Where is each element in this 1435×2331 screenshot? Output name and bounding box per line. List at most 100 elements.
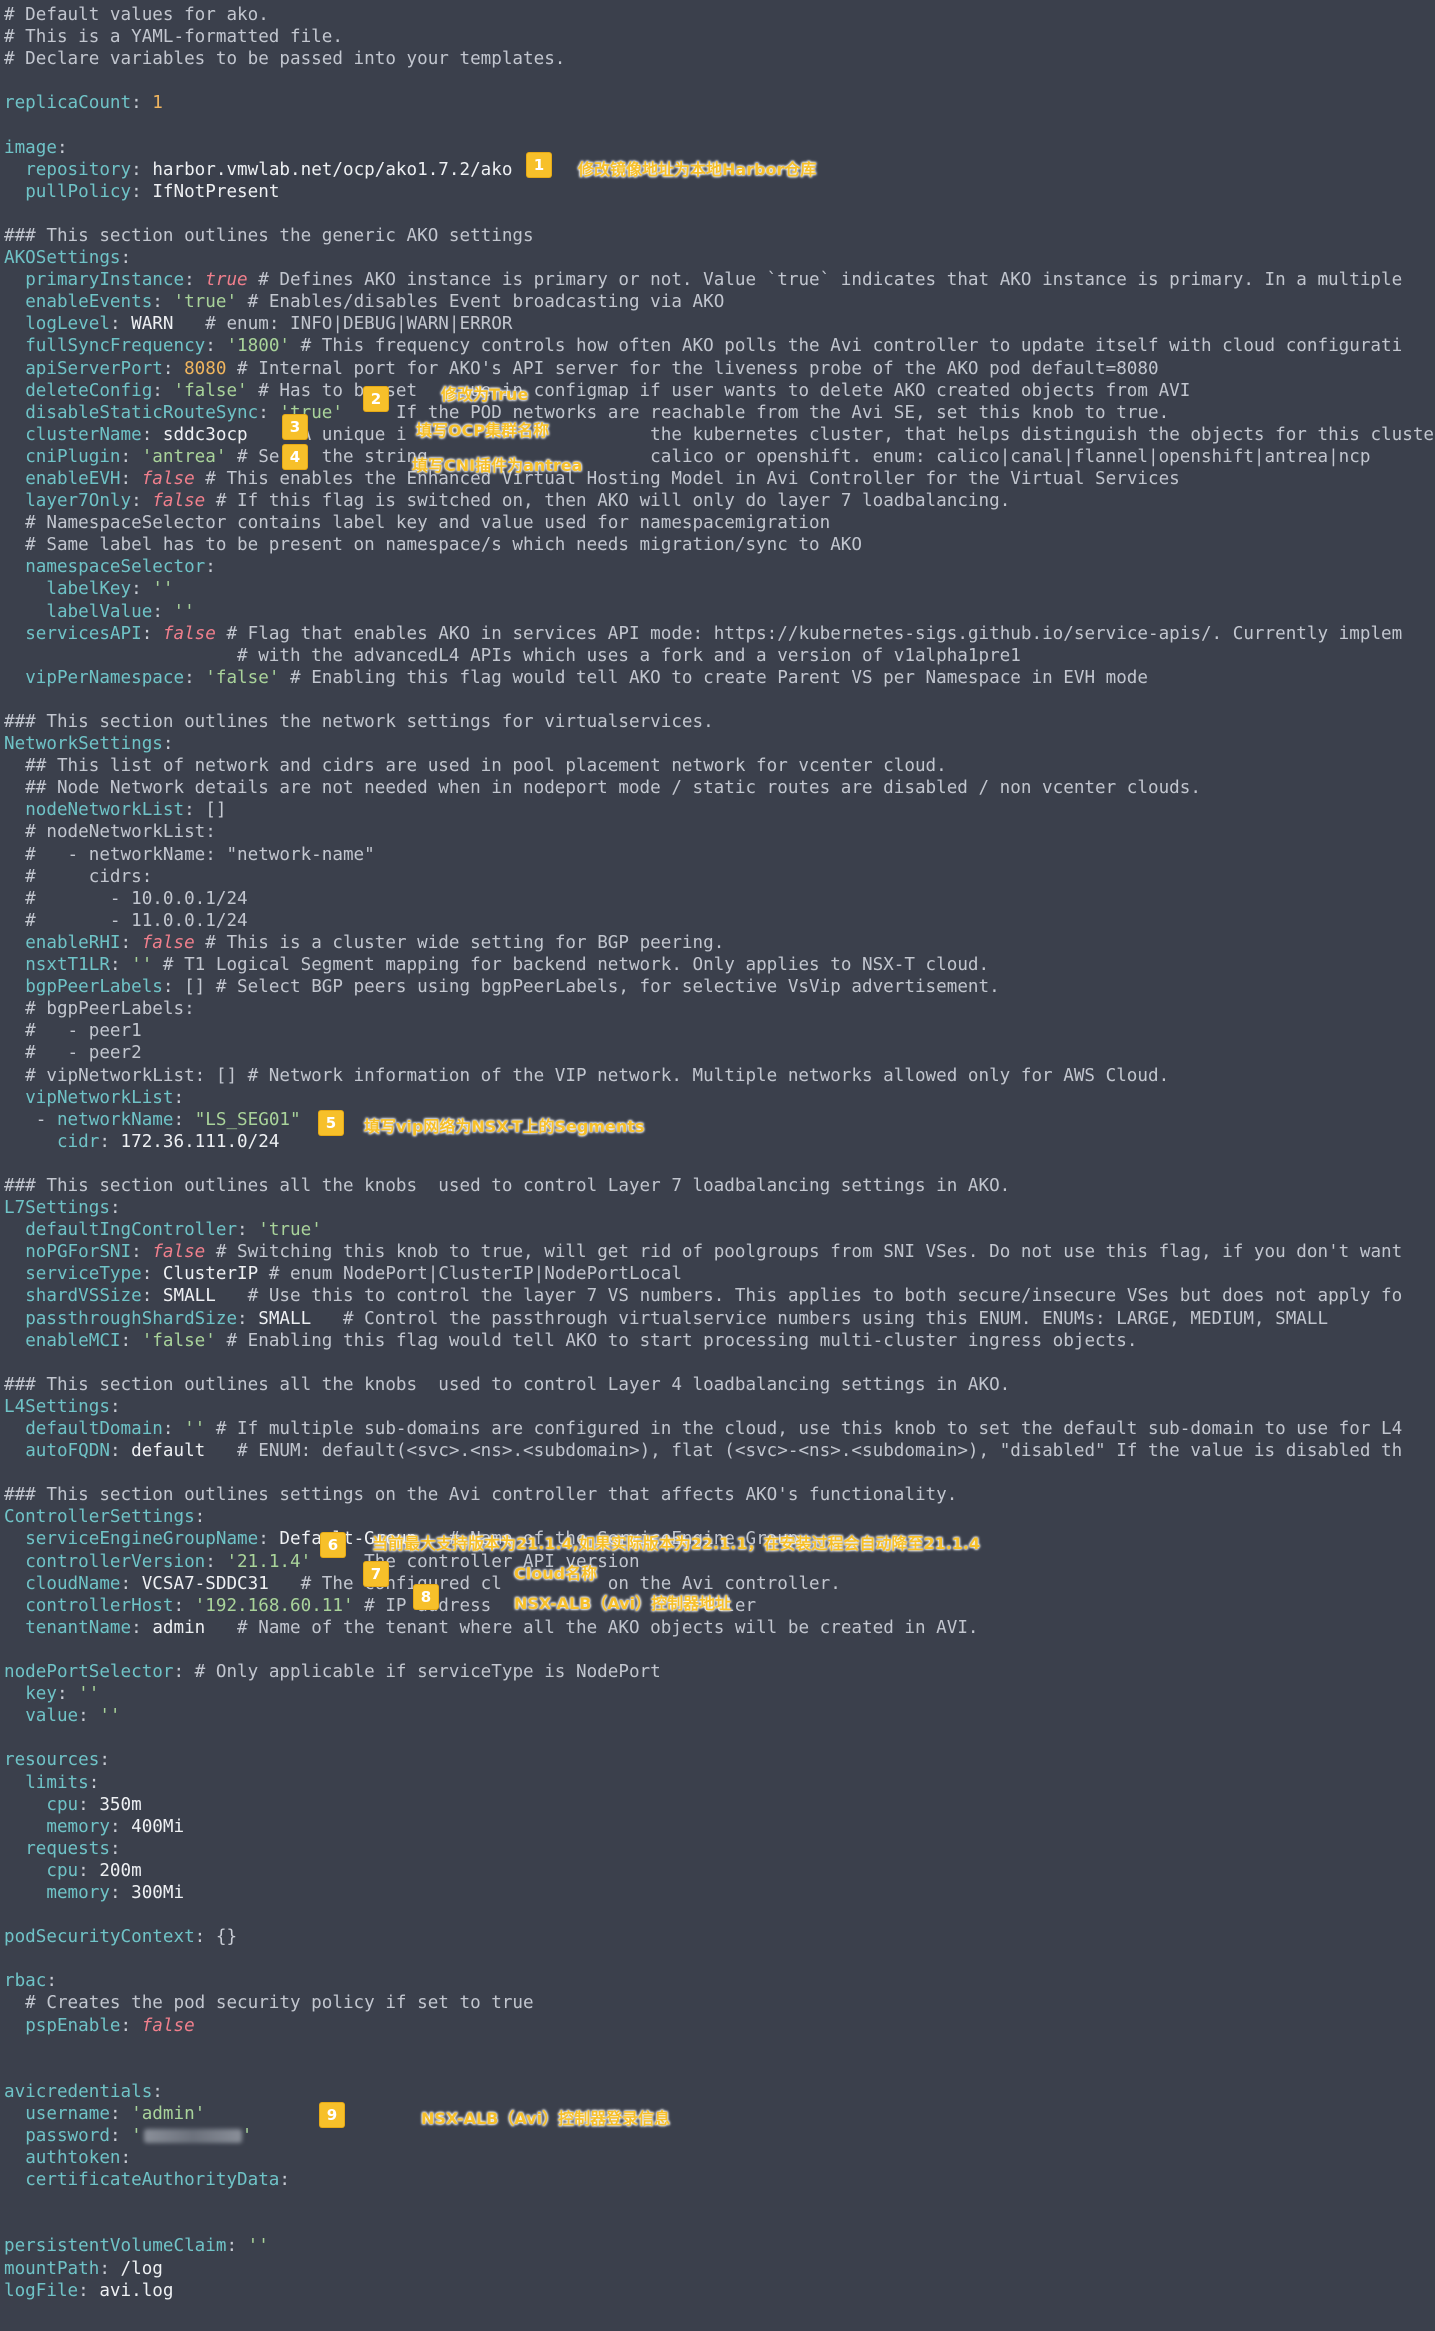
code-line[interactable]: # This is a YAML-formatted file. (4, 26, 1435, 48)
code-line[interactable]: # - peer2 (4, 1042, 1435, 1064)
code-line[interactable]: labelKey: '' (4, 578, 1435, 600)
code-line[interactable]: # - networkName: "network-name" (4, 844, 1435, 866)
code-line[interactable]: # with the advancedL4 APIs which uses a … (4, 645, 1435, 667)
code-line[interactable]: cpu: 350m (4, 1794, 1435, 1816)
code-line[interactable]: noPGForSNI: false # Switching this knob … (4, 1241, 1435, 1263)
code-line[interactable]: ### This section outlines all the knobs … (4, 1374, 1435, 1396)
code-line[interactable]: vipPerNamespace: 'false' # Enabling this… (4, 667, 1435, 689)
code-line[interactable]: # Creates the pod security policy if set… (4, 1992, 1435, 2014)
code-line[interactable]: ## This list of network and cidrs are us… (4, 755, 1435, 777)
code-line[interactable]: enableRHI: false # This is a cluster wid… (4, 932, 1435, 954)
code-line[interactable]: # Declare variables to be passed into yo… (4, 48, 1435, 70)
code-line[interactable]: memory: 400Mi (4, 1816, 1435, 1838)
code-line[interactable]: ## Node Network details are not needed w… (4, 777, 1435, 799)
code-line[interactable]: limits: (4, 1772, 1435, 1794)
code-line[interactable]: shardVSSize: SMALL # Use this to control… (4, 1285, 1435, 1307)
code-line[interactable] (4, 114, 1435, 136)
code-line[interactable]: resources: (4, 1749, 1435, 1771)
code-line[interactable]: L7Settings: (4, 1197, 1435, 1219)
code-line[interactable]: fullSyncFrequency: '1800' # This frequen… (4, 335, 1435, 357)
code-line[interactable]: key: '' (4, 1683, 1435, 1705)
code-line[interactable]: username: 'admin' (4, 2103, 1435, 2125)
code-line[interactable] (4, 1727, 1435, 1749)
code-line[interactable]: cniPlugin: 'antrea' # Se the string cali… (4, 446, 1435, 468)
code-line[interactable]: # NamespaceSelector contains label key a… (4, 512, 1435, 534)
code-line[interactable]: AKOSettings: (4, 247, 1435, 269)
code-line[interactable]: apiServerPort: 8080 # Internal port for … (4, 358, 1435, 380)
code-line[interactable] (4, 689, 1435, 711)
code-line[interactable]: bgpPeerLabels: [] # Select BGP peers usi… (4, 976, 1435, 998)
code-line[interactable]: # - 11.0.0.1/24 (4, 910, 1435, 932)
code-line[interactable]: certificateAuthorityData: (4, 2169, 1435, 2191)
code-line[interactable]: # vipNetworkList: [] # Network informati… (4, 1065, 1435, 1087)
code-line[interactable]: serviceType: ClusterIP # enum NodePort|C… (4, 1263, 1435, 1285)
code-line[interactable]: enableEvents: 'true' # Enables/disables … (4, 291, 1435, 313)
code-line[interactable]: pullPolicy: IfNotPresent (4, 181, 1435, 203)
code-line[interactable]: # cidrs: (4, 866, 1435, 888)
code-line[interactable] (4, 1639, 1435, 1661)
code-line[interactable] (4, 2059, 1435, 2081)
code-line[interactable]: mountPath: /log (4, 2258, 1435, 2280)
code-line[interactable]: # Same label has to be present on namesp… (4, 534, 1435, 556)
code-line[interactable]: ### This section outlines all the knobs … (4, 1175, 1435, 1197)
code-line[interactable]: requests: (4, 1838, 1435, 1860)
code-line[interactable] (4, 2213, 1435, 2235)
code-line[interactable]: layer7Only: false # If this flag is swit… (4, 490, 1435, 512)
code-line[interactable]: logLevel: WARN # enum: INFO|DEBUG|WARN|E… (4, 313, 1435, 335)
code-line[interactable]: nodePortSelector: # Only applicable if s… (4, 1661, 1435, 1683)
code-line[interactable]: primaryInstance: true # Defines AKO inst… (4, 269, 1435, 291)
code-line[interactable]: ### This section outlines the generic AK… (4, 225, 1435, 247)
code-line[interactable]: # nodeNetworkList: (4, 821, 1435, 843)
code-line[interactable]: ### This section outlines the network se… (4, 711, 1435, 733)
code-line[interactable]: rbac: (4, 1970, 1435, 1992)
code-line[interactable]: NetworkSettings: (4, 733, 1435, 755)
code-line[interactable]: persistentVolumeClaim: '' (4, 2235, 1435, 2257)
code-line[interactable] (4, 2037, 1435, 2059)
code-line[interactable]: password: ' ' (4, 2125, 1435, 2147)
code-line[interactable]: tenantName: admin # Name of the tenant w… (4, 1617, 1435, 1639)
code-line[interactable]: avicredentials: (4, 2081, 1435, 2103)
code-line[interactable]: disableStaticRouteSync: 'true' If the PO… (4, 402, 1435, 424)
code-line[interactable]: # bgpPeerLabels: (4, 998, 1435, 1020)
code-line[interactable] (4, 1352, 1435, 1374)
code-line[interactable]: passthroughShardSize: SMALL # Control th… (4, 1308, 1435, 1330)
code-line[interactable]: nodeNetworkList: [] (4, 799, 1435, 821)
code-line[interactable]: autoFQDN: default # ENUM: default(<svc>.… (4, 1440, 1435, 1462)
code-line[interactable] (4, 1904, 1435, 1926)
code-line[interactable] (4, 1153, 1435, 1175)
code-line[interactable]: replicaCount: 1 (4, 92, 1435, 114)
code-line[interactable]: deleteConfig: 'false' # Has to be set ue… (4, 380, 1435, 402)
code-line[interactable]: nsxtT1LR: '' # T1 Logical Segment mappin… (4, 954, 1435, 976)
code-line[interactable] (4, 203, 1435, 225)
code-line[interactable] (4, 1462, 1435, 1484)
code-line[interactable] (4, 2191, 1435, 2213)
code-line[interactable]: enableMCI: 'false' # Enabling this flag … (4, 1330, 1435, 1352)
code-line[interactable]: - networkName: "LS_SEG01" (4, 1109, 1435, 1131)
code-line[interactable]: cpu: 200m (4, 1860, 1435, 1882)
code-line[interactable]: # - 10.0.0.1/24 (4, 888, 1435, 910)
code-line[interactable]: defaultDomain: '' # If multiple sub-doma… (4, 1418, 1435, 1440)
code-line[interactable]: memory: 300Mi (4, 1882, 1435, 1904)
code-line[interactable]: L4Settings: (4, 1396, 1435, 1418)
code-line[interactable]: labelValue: '' (4, 601, 1435, 623)
code-line[interactable]: ### This section outlines settings on th… (4, 1484, 1435, 1506)
code-line[interactable]: cidr: 172.36.111.0/24 (4, 1131, 1435, 1153)
yaml-code-area[interactable]: # Default values for ako. # This is a YAM… (4, 4, 1435, 2302)
code-line[interactable]: clusterName: sddc3ocp A unique i the kub… (4, 424, 1435, 446)
code-line[interactable]: pspEnable: false (4, 2015, 1435, 2037)
code-line[interactable]: servicesAPI: false # Flag that enables A… (4, 623, 1435, 645)
code-editor[interactable]: # Default values for ako. # This is a YAM… (0, 0, 1435, 2331)
code-line[interactable]: namespaceSelector: (4, 556, 1435, 578)
code-line[interactable] (4, 1948, 1435, 1970)
code-line[interactable]: # Default values for ako. (4, 4, 1435, 26)
code-line[interactable]: # - peer1 (4, 1020, 1435, 1042)
code-line[interactable] (4, 70, 1435, 92)
code-line[interactable]: ControllerSettings: (4, 1506, 1435, 1528)
code-line[interactable]: enableEVH: false # This enables the Enha… (4, 468, 1435, 490)
code-line[interactable]: vipNetworkList: (4, 1087, 1435, 1109)
code-line[interactable]: defaultIngController: 'true' (4, 1219, 1435, 1241)
code-line[interactable]: logFile: avi.log (4, 2280, 1435, 2302)
code-line[interactable]: podSecurityContext: {} (4, 1926, 1435, 1948)
code-line[interactable]: value: '' (4, 1705, 1435, 1727)
code-line[interactable]: authtoken: (4, 2147, 1435, 2169)
